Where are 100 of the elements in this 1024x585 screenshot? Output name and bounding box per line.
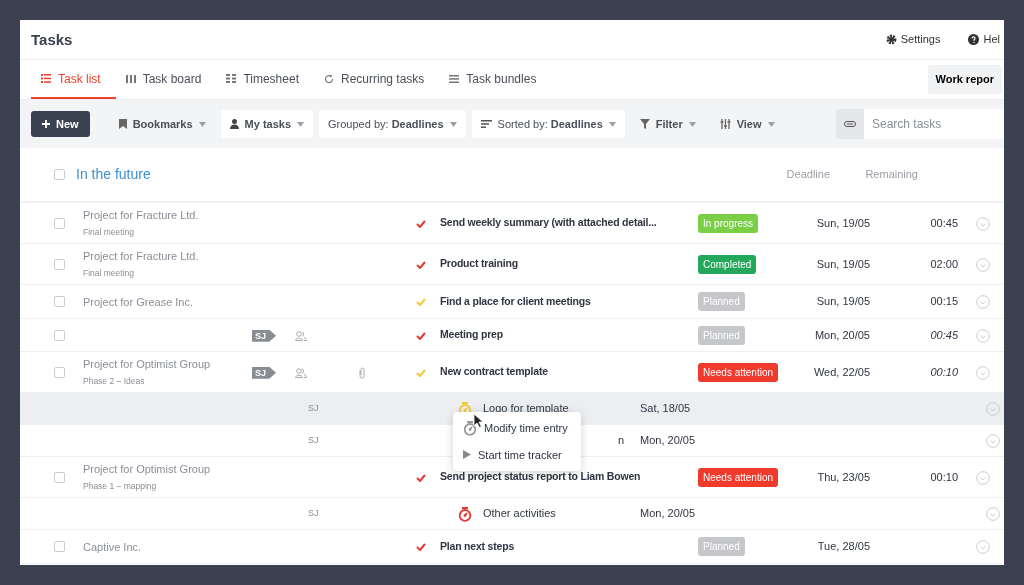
remaining-time: 00:10	[930, 365, 958, 378]
caret-icon	[449, 121, 457, 127]
work-report-button[interactable]: Work repor	[927, 65, 1002, 94]
checkbox[interactable]	[54, 169, 65, 180]
project-name: Project for Optimist Group	[83, 461, 212, 476]
grouped-by-button[interactable]: Grouped by: Deadlines	[319, 109, 466, 139]
phase-label: Final meeting	[83, 266, 136, 280]
column-header: Remaining	[864, 167, 918, 183]
checkbox[interactable]	[54, 329, 65, 341]
checkbox[interactable]	[54, 366, 65, 378]
done-circle-icon[interactable]	[986, 402, 1000, 417]
assignee-initials: SJ	[308, 434, 319, 445]
bookmark-icon	[118, 119, 127, 129]
phase-label: Phase 2 – Ideas	[83, 374, 146, 388]
deadline-text: Sun, 19/05	[815, 256, 870, 272]
caret-icon	[688, 121, 696, 127]
page-title: Tasks	[31, 30, 73, 49]
remaining-time: 00:15	[930, 295, 958, 308]
remaining-time: 02:00	[930, 257, 958, 270]
deadline-text: Sun, 19/05	[815, 294, 870, 310]
remaining-time: 00:45	[930, 328, 958, 341]
deadline-text: Tue, 28/05	[816, 539, 870, 555]
sliders-icon	[719, 119, 731, 129]
done-circle-icon[interactable]	[986, 507, 1000, 522]
status-badge: Planned	[698, 537, 745, 556]
done-circle-icon[interactable]	[976, 328, 990, 343]
bookmarks-button[interactable]: Bookmarks	[109, 109, 215, 139]
new-button[interactable]: New	[31, 110, 90, 138]
deadline-text: Sun, 19/05	[815, 215, 870, 231]
entry-date: Sat, 18/05	[640, 402, 691, 415]
caret-icon	[608, 121, 616, 127]
caret-icon	[198, 121, 206, 127]
phase-label: Phase 1 – mapping	[83, 479, 158, 493]
sorted-by-button[interactable]: Sorted by: Deadlines	[471, 109, 625, 139]
status-badge: In progress	[698, 213, 759, 233]
menu-item[interactable]: Modify time entry	[453, 415, 581, 442]
done-circle-icon[interactable]	[976, 216, 990, 231]
columns-icon	[125, 74, 136, 83]
my-tasks-button[interactable]: My tasks	[220, 109, 314, 139]
project-name: Project for Fracture Ltd.	[83, 207, 200, 222]
remaining-time: 00:10	[930, 470, 958, 483]
done-circle-icon[interactable]	[976, 365, 990, 380]
status-badge: Planned	[698, 292, 745, 311]
tab[interactable]: Timesheet	[216, 60, 314, 99]
entry-date: Mon, 20/05	[640, 507, 696, 520]
settings-icon	[885, 34, 897, 45]
project-name: Project for Fracture Ltd.	[83, 248, 200, 263]
done-circle-icon[interactable]	[976, 470, 990, 485]
checkbox[interactable]	[54, 541, 65, 552]
tab[interactable]: Task board	[115, 60, 217, 99]
tab[interactable]: Recurring tasks	[313, 60, 440, 99]
deadline-text: Wed, 22/05	[812, 364, 870, 380]
grid-icon	[226, 74, 237, 83]
done-circle-icon[interactable]	[976, 257, 990, 272]
project-name: Project for Optimist Group	[83, 356, 212, 371]
caret-icon	[767, 121, 775, 127]
done-circle-icon[interactable]	[976, 540, 990, 555]
phase-label: Final meeting	[83, 225, 136, 239]
checkbox[interactable]	[54, 296, 65, 307]
caret-icon	[297, 121, 305, 127]
play-icon	[463, 450, 471, 460]
checkbox[interactable]	[54, 258, 65, 270]
project-name: Project for Grease Inc.	[83, 294, 195, 309]
entry-date: Mon, 20/05	[640, 434, 696, 447]
view-button[interactable]: View	[710, 109, 784, 139]
task-title: Plan next steps	[440, 538, 516, 554]
task-title: New contract template	[440, 364, 549, 380]
link-icon	[844, 121, 856, 127]
sort-icon	[480, 120, 492, 128]
assignee-tag: SJ	[252, 329, 276, 342]
tab[interactable]: Task bundles	[439, 60, 552, 99]
checkbox[interactable]	[54, 471, 65, 483]
deadline-text: Thu, 23/05	[816, 469, 870, 485]
help-link[interactable]: Hel	[968, 31, 1000, 48]
status-badge: Completed	[698, 254, 757, 274]
help-icon	[968, 34, 980, 45]
done-circle-icon[interactable]	[986, 434, 1000, 449]
plus-icon	[42, 120, 50, 128]
deadline-text: Mon, 20/05	[813, 327, 870, 343]
filter-button[interactable]: Filter	[630, 109, 705, 139]
column-header: Deadline	[785, 167, 830, 183]
stopwatch-icon	[463, 420, 477, 436]
status-badge: Needs attention	[698, 362, 779, 382]
assignee-initials: SJ	[308, 507, 319, 518]
done-circle-icon[interactable]	[976, 295, 990, 310]
task-title: Meeting prep	[440, 327, 504, 343]
remaining-time: 00:45	[930, 216, 958, 229]
status-badge: Planned	[698, 325, 745, 345]
project-name: Captive Inc.	[83, 539, 143, 554]
time-entry-name: n	[617, 434, 624, 447]
checkbox[interactable]	[54, 217, 65, 229]
refresh-icon	[323, 73, 334, 84]
task-title: Find a place for client meetings	[440, 293, 592, 309]
assignee-tag: SJ	[252, 366, 276, 379]
task-title: Send weekly summary (with attached detail...	[440, 215, 658, 231]
time-entry-name: Other activities	[483, 507, 556, 520]
filter-icon	[639, 119, 650, 129]
group-title: In the future	[76, 165, 152, 184]
menu-item[interactable]: Start time tracker	[453, 441, 581, 468]
settings-link[interactable]: Settings	[885, 31, 941, 48]
